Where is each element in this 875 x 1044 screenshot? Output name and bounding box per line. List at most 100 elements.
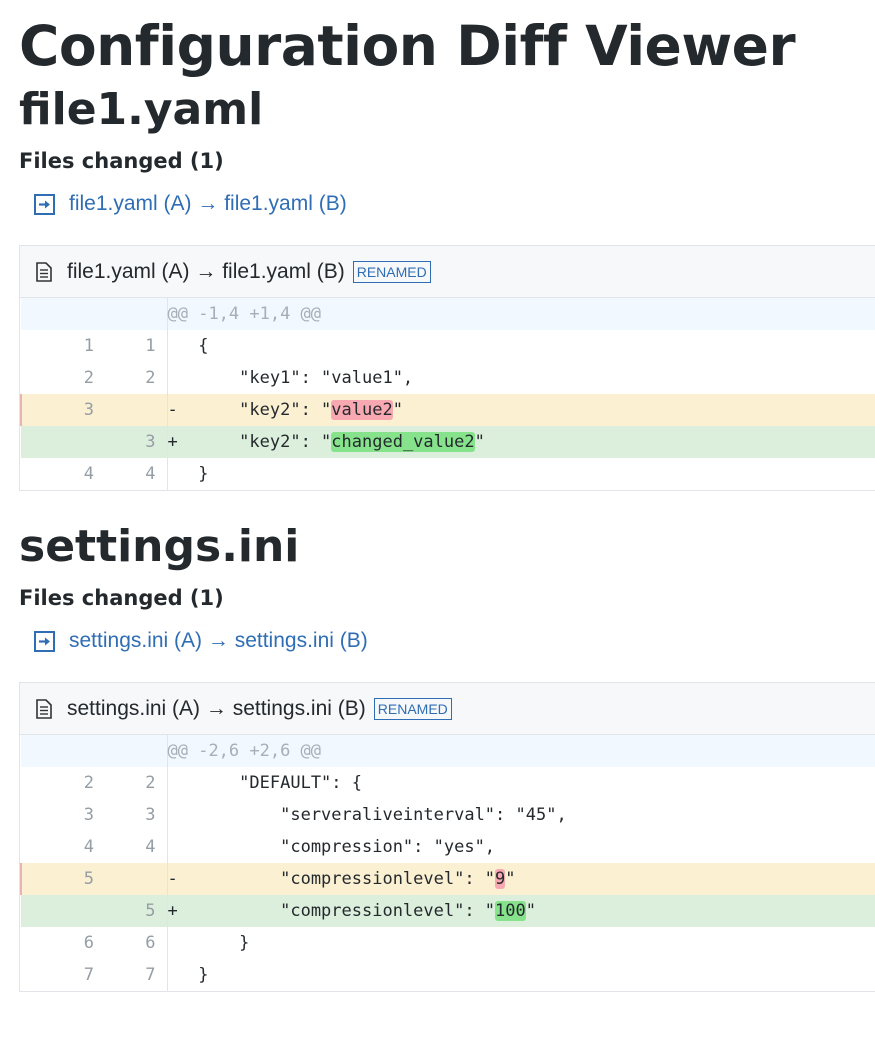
section-title: settings.ini [19,521,300,572]
file-renamed-icon [34,630,55,652]
old-line-number: 3 [83,805,94,825]
line-sign: + [167,432,178,452]
line-sign [168,336,178,356]
old-line-number: 5 [20,863,94,895]
renamed-badge: RENAMED [373,697,452,720]
changed-file-entry: file1.yaml (A) → file1.yaml (B) [34,189,875,219]
line-text: "key2": " [198,432,332,452]
line-content: { [167,330,875,362]
old-line-number: 7 [83,965,94,985]
added-line: 5 + "compressionlevel": "100" [21,895,875,927]
line-content: - "key2": "value2" [167,394,875,426]
diff-filename: settings.ini (A) → settings.ini (B) [67,696,366,720]
diff-line: 2 2 "DEFAULT": { [21,767,875,799]
new-line-number: 5 [94,895,168,927]
removed-text-highlight: value2 [331,400,393,420]
diff-line: 7 7 } [21,959,875,991]
hunk-header: @@ -1,4 +1,4 @@ [167,298,875,330]
page: Configuration Diff Viewer file1.yaml Fil… [0,0,875,992]
diff-line: 4 4 "compression": "yes", [21,831,875,863]
diff-filename: file1.yaml (A) → file1.yaml (B) [67,259,345,283]
diff-line: 6 6 } [21,927,875,959]
line-text: "compressionlevel": " [198,869,496,889]
line-content: } [167,959,875,991]
line-text: "DEFAULT": { [198,773,362,793]
line-text: } [198,464,209,484]
new-line-number: 3 [94,426,168,458]
line-sign [168,464,178,484]
diff-line: 1 1 { [21,330,875,362]
changed-file-entry: settings.ini (A) → settings.ini (B) [34,626,875,656]
file-icon [36,698,52,719]
renamed-badge: RENAMED [352,260,431,283]
line-content: "compression": "yes", [167,831,875,863]
new-line-number [94,394,168,426]
diff-table: @@ -2,6 +2,6 @@ 2 2 "DEFAULT": { 3 3 "se… [20,735,875,991]
old-line-number [21,895,94,927]
line-sign: - [167,400,178,420]
deleted-line: 3 - "key2": "value2" [20,394,875,426]
line-content: } [167,458,875,490]
new-line-number: 7 [94,959,168,991]
new-line-number: 4 [94,831,168,863]
added-line: 3 + "key2": "changed_value2" [21,426,875,458]
new-line-number: 2 [94,362,168,394]
new-line-number: 1 [94,330,168,362]
hunk-header: @@ -2,6 +2,6 @@ [167,735,875,767]
section-title: file1.yaml [19,84,264,135]
added-text-highlight: 100 [495,901,526,921]
new-line-number [94,863,168,895]
line-sign: - [167,869,178,889]
line-text: "key2": " [198,400,332,420]
line-sign [168,837,178,857]
diff-section: settings.ini Files changed (1) settings.… [19,519,875,992]
line-content: - "compressionlevel": "9" [167,863,875,895]
file-diff-link[interactable]: file1.yaml (A) → file1.yaml (B) [69,192,347,216]
diff-line: 4 4 } [21,458,875,490]
line-text: "compressionlevel": " [198,901,496,921]
line-content: "key1": "value1", [167,362,875,394]
line-sign [168,933,178,953]
line-text: } [198,933,250,953]
diff-line: 2 2 "key1": "value1", [21,362,875,394]
line-text-end: " [392,400,403,420]
files-changed-heading: Files changed (1) [19,586,224,610]
line-text: "serveraliveinterval": "45", [198,805,567,825]
old-line-number: 4 [83,837,94,857]
line-sign [168,805,178,825]
new-line-number: 4 [94,458,168,490]
hunk-header-row: @@ -2,6 +2,6 @@ [21,735,875,767]
diff-panel: settings.ini (A) → settings.ini (B) RENA… [19,682,875,992]
old-line-number: 4 [83,464,94,484]
removed-text-highlight: 9 [495,869,506,889]
diff-header: settings.ini (A) → settings.ini (B) RENA… [20,683,875,735]
old-line-number: 2 [83,773,94,793]
hunk-header-row: @@ -1,4 +1,4 @@ [21,298,875,330]
line-text: "compression": "yes", [198,837,496,857]
line-content: "DEFAULT": { [167,767,875,799]
diff-table: @@ -1,4 +1,4 @@ 1 1 { 2 2 "key1": "value… [20,298,875,490]
diff-section: file1.yaml Files changed (1) file1.yaml … [19,82,875,491]
line-text-end: " [474,432,485,452]
line-content: } [167,927,875,959]
line-content: "serveraliveinterval": "45", [167,799,875,831]
line-text: } [198,965,209,985]
file-icon [36,261,52,282]
page-title: Configuration Diff Viewer [19,14,796,78]
deleted-line: 5 - "compressionlevel": "9" [20,863,875,895]
line-text-end: " [525,901,537,921]
added-text-highlight: changed_value2 [331,432,475,452]
line-sign: + [167,901,178,921]
old-line-number [21,426,94,458]
line-text: "key1": "value1", [198,368,414,388]
new-line-number: 2 [94,767,168,799]
line-sign [168,773,178,793]
line-content: + "compressionlevel": "100" [167,895,875,927]
diff-panel: file1.yaml (A) → file1.yaml (B) RENAMED … [19,245,875,491]
diff-line: 3 3 "serveraliveinterval": "45", [21,799,875,831]
file-diff-link[interactable]: settings.ini (A) → settings.ini (B) [69,629,368,653]
file-renamed-icon [34,193,55,215]
line-content: + "key2": "changed_value2" [167,426,875,458]
new-line-number: 6 [94,927,168,959]
old-line-number: 6 [83,933,94,953]
